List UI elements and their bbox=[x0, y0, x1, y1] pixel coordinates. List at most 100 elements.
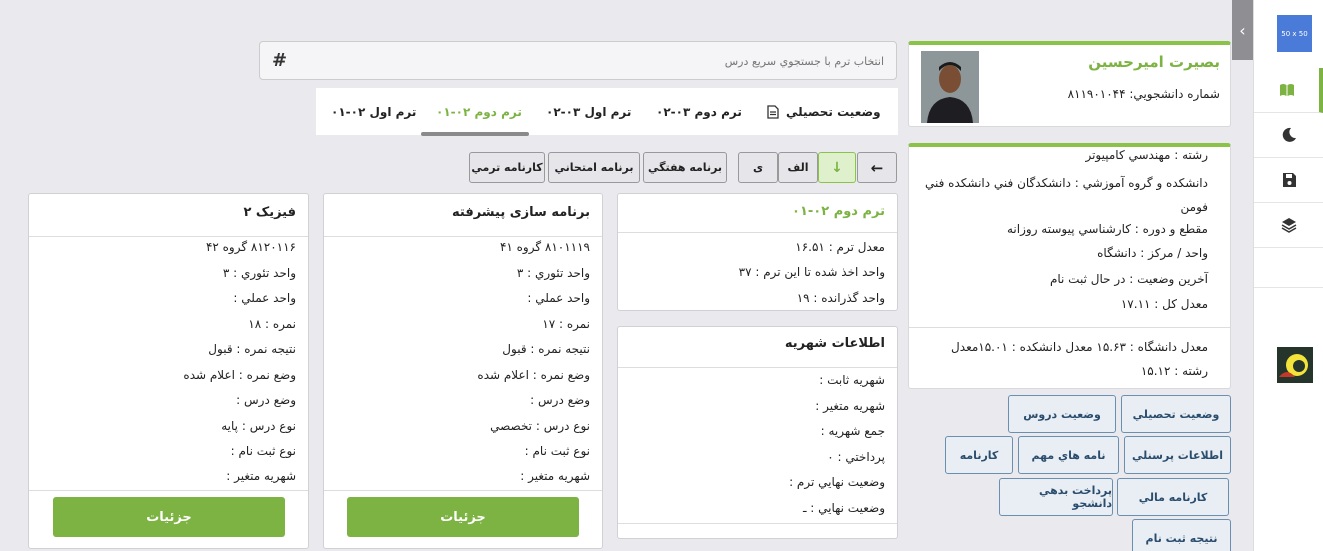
course-practical-units: واحد عملي : bbox=[233, 291, 296, 305]
info-faculty: دانشکده و گروه آموزشي : دانشکدگان فني دا… bbox=[924, 176, 1208, 214]
report-card-button[interactable]: کارنامه bbox=[945, 436, 1013, 474]
tab-term-2-0201[interactable]: ترم دوم ۰۲-۰۱ bbox=[436, 88, 522, 135]
sort-down-button[interactable]: ↓ bbox=[818, 152, 856, 183]
moon-icon bbox=[1282, 127, 1296, 142]
tuition-total: جمع شهريه : bbox=[820, 424, 885, 438]
divider bbox=[909, 327, 1230, 328]
units-passed: واحد گذرانده : ۱۹ bbox=[796, 291, 885, 305]
active-tab-indicator bbox=[421, 132, 529, 136]
student-card: بصيرت اميرحسين شماره دانشجويي: ۸۱۱۹۰۱۰۴۴ bbox=[908, 41, 1231, 127]
hash-icon: # bbox=[272, 50, 288, 71]
course-type: نوع درس : پايه bbox=[221, 419, 296, 433]
info-gpa: معدل کل : ۱۷.۱۱ bbox=[1120, 297, 1208, 311]
final-status: وضعيت نهايي : ـ bbox=[802, 501, 885, 515]
course-theory-units: واحد تئوري : ۳ bbox=[516, 266, 590, 280]
tab-academic-status[interactable]: وضعيت تحصيلي bbox=[766, 88, 881, 135]
term-report-button[interactable]: کارنامه ترمي bbox=[469, 152, 545, 183]
student-number: شماره دانشجويي: ۸۱۱۹۰۱۰۴۴ bbox=[1067, 87, 1220, 101]
sidebar-item-theme[interactable] bbox=[1254, 113, 1323, 158]
divider bbox=[29, 236, 308, 237]
info-status: آخرين وضعيت : در حال ثبت نام bbox=[1049, 272, 1208, 286]
term-final-status: وضعيت نهايي ترم : bbox=[789, 475, 885, 489]
tab-term-1-0302[interactable]: ترم اول ۰۳-۰۲ bbox=[546, 88, 631, 135]
divider bbox=[618, 367, 897, 368]
collapse-sidebar-button[interactable]: ‹ bbox=[1232, 0, 1253, 60]
arrow-left-icon: ← bbox=[870, 158, 884, 177]
tuition-title: اطلاعات شهريه bbox=[784, 336, 885, 351]
term-tabs: وضعيت تحصيلي ترم دوم ۰۳-۰۲ ترم اول ۰۳-۰۲… bbox=[316, 88, 898, 135]
profile-placeholder[interactable]: 50 x 50 bbox=[1277, 15, 1312, 52]
course-registration-type: نوع ثبت نام : bbox=[230, 444, 296, 458]
info-level: مقطع و دوره : کارشناسي پيوسته روزانه bbox=[1007, 222, 1208, 236]
course-title: فيزيک ۲ bbox=[243, 205, 296, 220]
details-button[interactable]: جزئيات bbox=[53, 497, 285, 537]
course-registration-type: نوع ثبت نام : bbox=[524, 444, 590, 458]
course-result: نتيجه نمره : قبول bbox=[208, 342, 296, 356]
tuition-panel: اطلاعات شهريه شهريه ثابت : شهريه متغير :… bbox=[617, 326, 898, 539]
course-tuition: شهريه متغير : bbox=[226, 469, 296, 483]
divider bbox=[618, 232, 897, 233]
course-grade-status: وضع نمره : اعلام شده bbox=[477, 368, 590, 382]
info-unit: واحد / مرکز : دانشگاه bbox=[1097, 246, 1208, 260]
sidebar-item-blank bbox=[1254, 248, 1323, 288]
sort-ye-button[interactable]: ی bbox=[738, 152, 778, 183]
course-type: نوع درس : تخصصي bbox=[490, 419, 590, 433]
search-input[interactable] bbox=[300, 50, 884, 72]
divider bbox=[618, 523, 897, 524]
term-average: معدل ترم : ۱۶.۵۱ bbox=[795, 240, 885, 254]
course-title: برنامه سازی پيشرفته bbox=[452, 205, 590, 220]
financial-report-button[interactable]: کارنامه مالي bbox=[1117, 478, 1229, 516]
course-code: ۸۱۲۰۱۱۶ گروه ۴۲ bbox=[205, 240, 296, 254]
sidebar-item-courses[interactable] bbox=[1254, 68, 1323, 113]
app-logo bbox=[1277, 347, 1313, 383]
tuition-variable: شهريه متغير : bbox=[815, 399, 885, 413]
course-status: وضع درس : bbox=[530, 393, 590, 407]
academic-status-button[interactable]: وضعيت تحصيلي bbox=[1121, 395, 1231, 433]
course-grade: نمره : ۱۸ bbox=[248, 317, 296, 331]
weekly-schedule-button[interactable]: برنامه هفتگي bbox=[643, 152, 727, 183]
sidebar-item-layers[interactable] bbox=[1254, 203, 1323, 248]
exam-schedule-button[interactable]: برنامه امتحاني bbox=[548, 152, 640, 183]
save-icon bbox=[1282, 173, 1296, 187]
term-summary-panel: ترم دوم ۰۲-۰۱ معدل ترم : ۱۶.۵۱ واحد اخذ … bbox=[617, 193, 898, 311]
info-major: رشته : مهندسي کامپيوتر bbox=[1085, 148, 1208, 162]
tab-term-2-0302[interactable]: ترم دوم ۰۳-۰۲ bbox=[656, 88, 742, 135]
pay-debt-button[interactable]: پرداخت بدهي دانشجو bbox=[999, 478, 1113, 516]
details-button[interactable]: جزئيات bbox=[347, 497, 579, 537]
tab-term-1-0201[interactable]: ترم اول ۰۲-۰۱ bbox=[331, 88, 416, 135]
letters-button[interactable]: نامه هاي مهم bbox=[1018, 436, 1119, 474]
tuition-fixed: شهريه ثابت : bbox=[819, 373, 885, 387]
course-card: برنامه سازی پيشرفته ۸۱۰۱۱۱۹ گروه ۴۱ واحد… bbox=[323, 193, 603, 549]
student-photo bbox=[921, 51, 979, 123]
student-name: بصيرت اميرحسين bbox=[1088, 53, 1220, 71]
term-title: ترم دوم ۰۲-۰۱ bbox=[792, 204, 885, 219]
tab-label: وضعيت تحصيلي bbox=[786, 104, 881, 119]
chevron-left-icon: ‹ bbox=[1239, 20, 1246, 40]
student-info-card: رشته : مهندسي کامپيوتر دانشکده و گروه آم… bbox=[908, 143, 1231, 389]
course-code: ۸۱۰۱۱۱۹ گروه ۴۱ bbox=[499, 240, 590, 254]
course-practical-units: واحد عملي : bbox=[527, 291, 590, 305]
course-theory-units: واحد تئوري : ۳ bbox=[222, 266, 296, 280]
personnel-info-button[interactable]: اطلاعات پرسنلي bbox=[1124, 436, 1231, 474]
divider bbox=[324, 490, 602, 491]
course-grade-status: وضع نمره : اعلام شده bbox=[183, 368, 296, 382]
divider bbox=[29, 490, 308, 491]
course-card: فيزيک ۲ ۸۱۲۰۱۱۶ گروه ۴۲ واحد تئوري : ۳ و… bbox=[28, 193, 309, 549]
sidebar-item-save[interactable] bbox=[1254, 158, 1323, 203]
layers-icon bbox=[1281, 218, 1296, 233]
courses-status-button[interactable]: وضعيت دروس bbox=[1008, 395, 1116, 433]
course-grade: نمره : ۱۷ bbox=[542, 317, 590, 331]
document-icon bbox=[767, 104, 779, 119]
book-icon bbox=[1279, 84, 1294, 96]
info-averages: معدل دانشگاه : ۱۵.۶۳ معدل دانشکده : ۱۵.۰… bbox=[951, 340, 1208, 378]
divider bbox=[324, 236, 602, 237]
search-bar: # bbox=[259, 41, 897, 80]
sort-alef-button[interactable]: الف bbox=[778, 152, 818, 183]
course-status: وضع درس : bbox=[236, 393, 296, 407]
course-tuition: شهريه متغير : bbox=[520, 469, 590, 483]
units-taken: واحد اخذ شده تا اين ترم : ۳۷ bbox=[738, 265, 885, 279]
tuition-paid: پرداختي : ۰ bbox=[827, 450, 885, 464]
back-button[interactable]: ← bbox=[857, 152, 897, 183]
course-result: نتيجه نمره : قبول bbox=[502, 342, 590, 356]
registration-result-button[interactable]: نتيجه ثبت نام bbox=[1132, 519, 1231, 551]
